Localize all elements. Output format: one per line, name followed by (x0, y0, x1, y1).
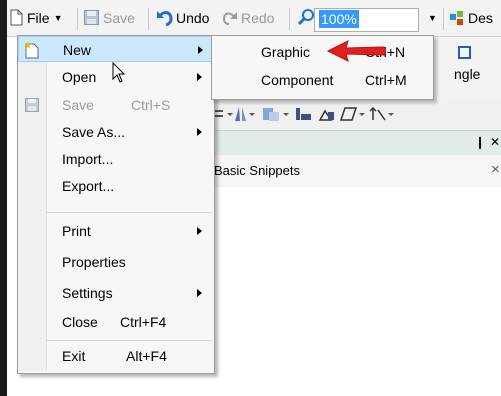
menu-item-label: Export... (62, 178, 115, 194)
design-label: Des (468, 10, 493, 26)
design-icon (449, 10, 465, 29)
redo-button[interactable]: Redo (241, 0, 274, 36)
menu-item-shortcut: Ctrl+F4 (120, 314, 167, 330)
file-dropdown-arrow-icon: ▼ (53, 13, 63, 23)
save-label: Save (103, 10, 135, 26)
new-document-icon (24, 41, 40, 62)
submenu-item-label: Graphic (261, 44, 311, 60)
design-tab[interactable]: Des (468, 0, 493, 36)
submenu-item-component[interactable]: Component Ctrl+M (212, 67, 431, 93)
undo-button[interactable]: Undo (176, 0, 209, 36)
undo-label: Undo (176, 10, 210, 26)
toolbar-separator (148, 8, 149, 30)
close-icon[interactable]: ✕ (490, 135, 500, 149)
menu-item-label: Print (62, 223, 91, 239)
menu-item-label: Save (62, 97, 94, 113)
menu-item-label: Open (62, 69, 97, 85)
document-icon (10, 9, 23, 29)
zoom-value[interactable]: 100% (319, 10, 359, 28)
tab-basic-snippets[interactable]: Basic Snippets (214, 163, 300, 178)
submenu-item-graphic[interactable]: Graphic Ctrl+N (212, 39, 431, 65)
menu-item-import[interactable]: Import... (18, 146, 212, 172)
submenu-arrow-icon (197, 128, 202, 136)
menu-item-shortcut: Ctrl+S (131, 97, 171, 113)
menu-separator (46, 212, 212, 213)
submenu-arrow-icon (198, 46, 203, 54)
save-icon (25, 98, 39, 115)
file-label: File (27, 10, 50, 26)
red-arrow-icon (326, 40, 386, 62)
menu-item-label: Close (62, 314, 98, 330)
menu-item-label: Settings (62, 285, 113, 301)
save-button[interactable]: Save (103, 0, 135, 36)
submenu-item-label: Component (261, 72, 334, 88)
window-edge (0, 0, 7, 396)
rectangle-label[interactable]: ngle (454, 66, 480, 82)
menu-item-label: Import... (62, 151, 114, 167)
toolbar-separator (443, 8, 444, 30)
menu-separator (46, 340, 212, 341)
menu-item-print[interactable]: Print (18, 218, 212, 244)
submenu-arrow-icon (197, 289, 202, 297)
menu-item-label: Properties (62, 254, 126, 270)
toolbar-separator (289, 8, 290, 30)
menu-item-settings[interactable]: Settings (18, 280, 212, 306)
redo-icon (222, 9, 240, 28)
menu-item-close[interactable]: Close Ctrl+F4 (18, 309, 212, 335)
save-icon (84, 10, 99, 28)
snippets-tab-bar: Basic Snippets × (213, 155, 501, 188)
redo-label: Redo (241, 10, 275, 26)
menu-item-shortcut: Alt+F4 (126, 348, 167, 364)
menu-item-save-as[interactable]: Save As... (18, 119, 212, 145)
menu-item-label: Exit (62, 348, 86, 364)
tab-close-icon[interactable]: × (491, 161, 500, 178)
submenu-arrow-icon (197, 73, 202, 81)
zoom-magnifier-icon (297, 9, 315, 29)
formatting-toolbar (213, 100, 501, 130)
submenu-item-shortcut: Ctrl+M (365, 72, 407, 88)
menu-item-save[interactable]: Save Ctrl+S (18, 92, 212, 118)
menu-item-export[interactable]: Export... (18, 173, 212, 199)
mouse-cursor-icon (112, 62, 126, 83)
pin-icon[interactable]: ❙ (475, 135, 485, 149)
snippets-list-area (213, 209, 501, 396)
zoom-dropdown-arrow-icon[interactable]: ▼ (428, 13, 437, 23)
main-toolbar: File ▼ Save Undo Redo 100% ▼ Des (7, 0, 501, 37)
alignment-tools-icon[interactable] (213, 104, 501, 126)
menu-item-exit[interactable]: Exit Alt+F4 (18, 343, 212, 369)
toolbar-separator (77, 8, 78, 30)
undo-icon (154, 8, 174, 29)
submenu-arrow-icon (197, 227, 202, 235)
snippets-panel-header: ❙ ✕ (213, 130, 501, 156)
snippets-column-header (213, 187, 501, 210)
menu-item-properties[interactable]: Properties (18, 249, 212, 275)
shape-icon (458, 46, 472, 63)
file-menu-button[interactable]: File ▼ (27, 0, 62, 36)
menu-item-label: Save As... (62, 124, 126, 140)
menu-item-label: New (63, 42, 92, 58)
menu-item-new[interactable]: New (18, 36, 212, 62)
